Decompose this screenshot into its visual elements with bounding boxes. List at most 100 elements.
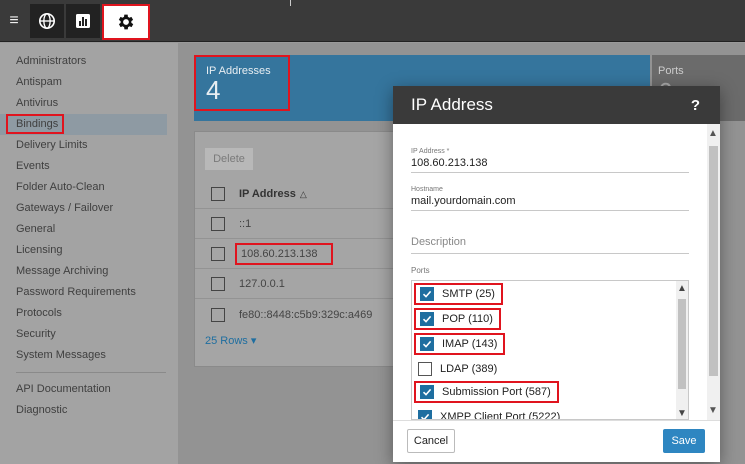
delete-button[interactable]: Delete — [205, 148, 253, 170]
port-label: LDAP (389) — [440, 363, 498, 375]
ip-address-table-card: Delete IP Address △ ::1 108.60.213.138 1… — [194, 131, 405, 367]
description-field[interactable]: Description — [411, 236, 689, 254]
sidebar-item-administrators[interactable]: Administrators — [0, 51, 167, 72]
gear-icon — [118, 14, 134, 30]
description-placeholder[interactable]: Description — [411, 236, 689, 253]
settings-sidebar: Administrators Antispam Antivirus Bindin… — [0, 43, 178, 464]
sidebar-divider — [16, 372, 166, 373]
port-label: XMPP Client Port (5222) — [440, 411, 561, 420]
port-label: IMAP (143) — [442, 338, 498, 350]
ip-addresses-stat-value: 4 — [206, 75, 221, 105]
cancel-button[interactable]: Cancel — [407, 429, 455, 453]
ports-list[interactable]: SMTP (25) POP (110) IMAP (143) LDAP (389… — [411, 280, 689, 420]
table-row[interactable]: ::1 — [195, 210, 405, 239]
select-all-checkbox[interactable] — [211, 187, 225, 201]
settings-button[interactable] — [102, 4, 150, 40]
hostname-field-value[interactable]: mail.yourdomain.com — [411, 195, 689, 210]
save-button[interactable]: Save — [663, 429, 705, 453]
sidebar-item-bindings[interactable]: Bindings — [0, 114, 167, 135]
port-label: SMTP (25) — [442, 288, 495, 300]
ports-list-scrollbar[interactable]: ▲ ▼ — [676, 281, 688, 419]
sidebar-item-protocols[interactable]: Protocols — [0, 303, 167, 324]
port-checkbox[interactable] — [418, 362, 432, 376]
row-checkbox[interactable] — [211, 277, 225, 291]
domains-button[interactable] — [30, 4, 64, 38]
sidebar-item-gateways-failover[interactable]: Gateways / Failover — [0, 198, 167, 219]
ports-scrollbar-thumb[interactable] — [678, 299, 686, 389]
ip-address-cell[interactable]: fe80::8448:c5b9:329c:a469 — [239, 309, 372, 321]
bar-chart-icon — [76, 14, 90, 28]
rows-per-page-selector[interactable]: 25 Rows ▾ — [205, 334, 256, 347]
sidebar-item-security[interactable]: Security — [0, 324, 167, 345]
checkmark-icon — [420, 413, 430, 419]
ip-address-cell[interactable]: ::1 — [239, 218, 251, 230]
port-checkbox[interactable] — [420, 312, 434, 326]
ip-address-field[interactable]: IP Address * 108.60.213.138 — [411, 148, 689, 173]
toolbar-divider — [290, 0, 291, 6]
port-option-pop[interactable]: POP (110) — [414, 308, 501, 330]
sidebar-item-licensing[interactable]: Licensing — [0, 240, 167, 261]
dialog-scrollbar-thumb[interactable] — [709, 146, 718, 376]
sidebar-item-delivery-limits[interactable]: Delivery Limits — [0, 135, 167, 156]
dialog-scrollbar[interactable]: ▲ ▼ — [707, 124, 720, 420]
sidebar-item-password-requirements[interactable]: Password Requirements — [0, 282, 167, 303]
dialog-body: IP Address * 108.60.213.138 Hostname mai… — [393, 124, 707, 420]
checkmark-icon — [422, 340, 432, 348]
ports-label: Ports — [411, 266, 430, 275]
sidebar-item-general[interactable]: General — [0, 219, 167, 240]
row-checkbox[interactable] — [211, 247, 225, 261]
port-option-imap[interactable]: IMAP (143) — [414, 333, 506, 355]
ip-address-column-header[interactable]: IP Address — [239, 188, 296, 200]
chevron-up-icon[interactable]: ▲ — [708, 128, 718, 139]
sidebar-item-system-messages[interactable]: System Messages — [0, 345, 167, 366]
ip-address-cell[interactable]: 108.60.213.138 — [235, 243, 334, 265]
ip-address-dialog: IP Address ? IP Address * 108.60.213.138… — [393, 86, 720, 462]
chevron-down-icon[interactable]: ▼ — [677, 408, 687, 419]
checkmark-icon — [422, 388, 432, 396]
table-header: IP Address △ — [195, 180, 405, 209]
hostname-field[interactable]: Hostname mail.yourdomain.com — [411, 186, 689, 211]
row-checkbox[interactable] — [211, 307, 225, 322]
table-row[interactable]: 108.60.213.138 — [195, 240, 405, 269]
ip-addresses-stat[interactable]: IP Addresses 4 — [194, 55, 290, 111]
ports-stat-label: Ports — [658, 65, 684, 77]
dialog-title: IP Address — [411, 95, 493, 114]
top-toolbar: ≡ — [0, 0, 745, 42]
ip-address-cell[interactable]: 127.0.0.1 — [239, 278, 285, 290]
port-checkbox[interactable] — [420, 385, 434, 399]
row-checkbox[interactable] — [211, 217, 225, 231]
hamburger-icon: ≡ — [9, 12, 19, 29]
sidebar-item-antispam[interactable]: Antispam — [0, 72, 167, 93]
chevron-up-icon[interactable]: ▲ — [677, 283, 687, 294]
hostname-field-label: Hostname — [411, 186, 443, 193]
port-checkbox[interactable] — [418, 410, 432, 419]
port-option-submission[interactable]: Submission Port (587) — [414, 381, 559, 403]
globe-icon — [38, 12, 56, 30]
menu-button[interactable]: ≡ — [2, 4, 26, 38]
checkmark-icon — [422, 290, 432, 298]
dialog-header: IP Address ? — [393, 86, 720, 124]
sidebar-item-folder-auto-clean[interactable]: Folder Auto-Clean — [0, 177, 167, 198]
ip-address-field-value[interactable]: 108.60.213.138 — [411, 157, 689, 172]
checkmark-icon — [422, 315, 432, 323]
help-button[interactable]: ? — [691, 97, 700, 114]
dialog-footer: Cancel Save — [393, 420, 720, 462]
sidebar-item-diagnostic[interactable]: Diagnostic — [0, 400, 167, 421]
table-row[interactable]: 127.0.0.1 — [195, 270, 405, 299]
port-option-smtp[interactable]: SMTP (25) — [414, 283, 503, 305]
chevron-down-icon[interactable]: ▼ — [708, 405, 718, 416]
port-label: Submission Port (587) — [442, 386, 551, 398]
sidebar-item-api-documentation[interactable]: API Documentation — [0, 379, 167, 400]
port-label: POP (110) — [442, 313, 493, 325]
port-checkbox[interactable] — [420, 287, 434, 301]
reports-button[interactable] — [66, 4, 100, 38]
sidebar-item-message-archiving[interactable]: Message Archiving — [0, 261, 167, 282]
sort-ascending-icon: △ — [299, 188, 307, 199]
port-option-ldap[interactable]: LDAP (389) — [414, 358, 503, 380]
sidebar-item-events[interactable]: Events — [0, 156, 167, 177]
port-checkbox[interactable] — [420, 337, 434, 351]
table-row[interactable]: fe80::8448:c5b9:329c:a469 — [195, 300, 405, 329]
port-option-xmpp-client[interactable]: XMPP Client Port (5222) — [414, 406, 566, 420]
sidebar-item-antivirus[interactable]: Antivirus — [0, 93, 167, 114]
ip-address-field-label: IP Address * — [411, 148, 450, 155]
